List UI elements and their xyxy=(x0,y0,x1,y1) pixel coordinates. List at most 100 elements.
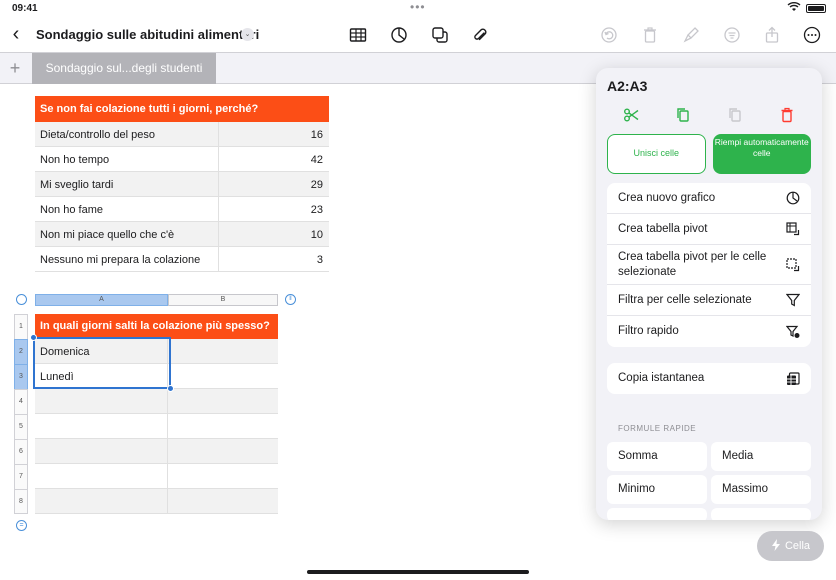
row-header[interactable]: 2 xyxy=(14,339,28,364)
table-row[interactable] xyxy=(35,464,278,489)
menu-item-label: Filtra per celle selezionate xyxy=(618,293,752,306)
share-icon[interactable] xyxy=(761,25,783,45)
table-cell[interactable] xyxy=(35,389,168,413)
table-row[interactable]: Non mi piace quello che c'è 10 xyxy=(35,222,329,247)
table-row[interactable]: Nessuno mi prepara la colazione 3 xyxy=(35,247,329,272)
formula-button-partial[interactable] xyxy=(607,508,707,520)
format-icon[interactable] xyxy=(721,25,743,45)
table-cell[interactable]: Non ho tempo xyxy=(35,147,219,171)
delete-icon[interactable] xyxy=(777,105,797,125)
table-cell[interactable]: Dieta/controllo del peso xyxy=(35,122,219,146)
merge-cells-button[interactable]: Unisci celle xyxy=(607,134,706,174)
row-header[interactable]: 1 xyxy=(14,314,28,339)
home-indicator[interactable] xyxy=(307,570,529,574)
formula-max-button[interactable]: Massimo xyxy=(711,475,811,504)
table-cell[interactable] xyxy=(168,464,278,488)
row-header[interactable]: 5 xyxy=(14,414,28,439)
table-cell[interactable] xyxy=(168,389,278,413)
table-cell[interactable]: 3 xyxy=(219,247,329,271)
quick-filter-icon xyxy=(785,324,801,340)
more-icon[interactable] xyxy=(801,25,823,45)
table-reasons[interactable]: Se non fai colazione tutti i giorni, per… xyxy=(35,96,329,272)
table-row[interactable] xyxy=(35,439,278,464)
row-header[interactable]: 7 xyxy=(14,464,28,489)
cell-button[interactable]: Cella xyxy=(757,531,824,561)
undo-icon[interactable] xyxy=(598,25,620,45)
filter-selection-item[interactable]: Filtra per celle selezionate xyxy=(607,285,811,316)
table-row[interactable]: Non ho tempo 42 xyxy=(35,147,329,172)
table-cell[interactable]: Non ho fame xyxy=(35,197,219,221)
table-row[interactable]: Mi sveglio tardi 29 xyxy=(35,172,329,197)
table-icon[interactable] xyxy=(347,25,369,45)
copy-snapshot-item[interactable]: Copia istantanea xyxy=(607,363,811,394)
menu-group-snapshot: Copia istantanea xyxy=(607,363,811,394)
back-button[interactable]: ‹ xyxy=(6,24,26,46)
table-cell[interactable]: 42 xyxy=(219,147,329,171)
create-chart-item[interactable]: Crea nuovo grafico xyxy=(607,183,811,214)
table-cell[interactable] xyxy=(35,439,168,463)
table-header[interactable]: Se non fai colazione tutti i giorni, per… xyxy=(35,96,329,122)
trash-icon[interactable] xyxy=(639,25,661,45)
row-header[interactable]: 8 xyxy=(14,489,28,514)
sheet-tab-active[interactable]: Sondaggio sul...degli studenti xyxy=(32,53,216,84)
formula-average-button[interactable]: Media xyxy=(711,442,811,471)
table-row[interactable] xyxy=(35,489,278,514)
formula-sum-button[interactable]: Somma xyxy=(607,442,707,471)
table-cell[interactable] xyxy=(35,414,168,438)
table-cell[interactable]: 29 xyxy=(219,172,329,196)
table-cell[interactable] xyxy=(35,489,168,513)
column-header-a[interactable]: A xyxy=(35,294,168,306)
table-cell[interactable] xyxy=(168,489,278,513)
row-header[interactable]: 3 xyxy=(14,364,28,389)
create-pivot-selection-item[interactable]: Crea tabella pivot per le celle selezion… xyxy=(607,245,811,285)
paste-icon[interactable] xyxy=(725,105,745,125)
add-column-handle[interactable]: ‖ xyxy=(285,294,296,305)
table-cell[interactable] xyxy=(168,414,278,438)
table-cell[interactable]: 16 xyxy=(219,122,329,146)
quick-filter-item[interactable]: Filtro rapido xyxy=(607,316,811,347)
table-cell[interactable]: 23 xyxy=(219,197,329,221)
cut-icon[interactable] xyxy=(621,105,641,125)
table-cell[interactable]: Mi sveglio tardi xyxy=(35,172,219,196)
table-header[interactable]: In quali giorni salti la colazione più s… xyxy=(35,314,278,339)
pivot-selection-icon xyxy=(785,257,801,273)
lightning-icon xyxy=(771,538,781,554)
table-row[interactable]: Non ho fame 23 xyxy=(35,197,329,222)
multitasking-dots[interactable]: ••• xyxy=(410,0,426,14)
formula-button-partial[interactable] xyxy=(711,508,811,520)
table-cell[interactable]: Nessuno mi prepara la colazione xyxy=(35,247,219,271)
document-title[interactable]: Sondaggio sulle abitudini alimentari xyxy=(36,27,259,42)
table-cell[interactable] xyxy=(168,439,278,463)
status-bar: 09:41 ••• xyxy=(0,0,836,18)
table-cell[interactable]: Domenica xyxy=(35,339,168,363)
formula-min-button[interactable]: Minimo xyxy=(607,475,707,504)
table-cell[interactable] xyxy=(168,364,278,388)
table-row[interactable]: Lunedì xyxy=(35,364,278,389)
table-cell[interactable] xyxy=(35,464,168,488)
autofill-cells-button[interactable]: Riempi automaticamente celle xyxy=(712,134,811,174)
table-days[interactable]: In quali giorni salti la colazione più s… xyxy=(35,314,278,514)
attachment-icon[interactable] xyxy=(469,25,491,45)
chart-icon[interactable] xyxy=(388,25,410,45)
paintbrush-icon[interactable] xyxy=(680,25,702,45)
row-header[interactable]: 6 xyxy=(14,439,28,464)
pivot-table-icon xyxy=(785,221,801,237)
title-chevron-icon[interactable]: ⌄ xyxy=(241,28,254,41)
table-row[interactable] xyxy=(35,389,278,414)
table-row[interactable]: Domenica xyxy=(35,339,278,364)
table-row[interactable] xyxy=(35,414,278,439)
add-sheet-button[interactable]: + xyxy=(6,58,24,79)
column-header-b[interactable]: B xyxy=(168,294,278,306)
add-row-handle[interactable]: = xyxy=(16,520,27,531)
row-header[interactable]: 4 xyxy=(14,389,28,414)
table-cell[interactable]: Non mi piace quello che c'è xyxy=(35,222,219,246)
table-cell[interactable]: 10 xyxy=(219,222,329,246)
table-cell[interactable]: Lunedì xyxy=(35,364,168,388)
shapes-icon[interactable] xyxy=(429,25,451,45)
copy-icon[interactable] xyxy=(673,105,693,125)
table-cell[interactable] xyxy=(168,339,278,363)
table-row[interactable]: Dieta/controllo del peso 16 xyxy=(35,122,329,147)
create-pivot-item[interactable]: Crea tabella pivot xyxy=(607,214,811,245)
table-select-handle[interactable] xyxy=(16,294,27,305)
edit-actions xyxy=(607,105,811,125)
